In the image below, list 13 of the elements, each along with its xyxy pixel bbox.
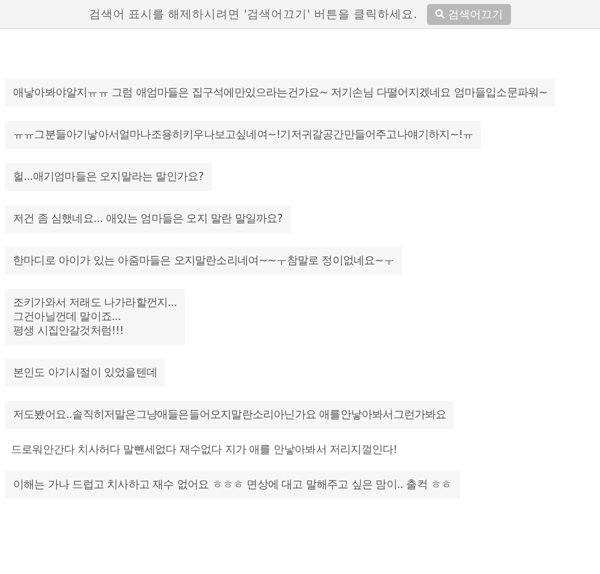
notice-text: 검색어 표시를 해제하시려면 '검색어끄기' 버튼을 클릭하세요. [88, 6, 418, 22]
comment-text: ㅠㅠ그분들아기낳아서얼마나조용히키우나보고싶네여~!기저귀갈공간만들어주고나얘기하지~!ㅠ [5, 121, 482, 149]
comment-text: 본인도 아기시절이 있었을텐데 [5, 359, 165, 387]
search-term-off-button[interactable]: 검색어끄기 [427, 4, 512, 24]
comment-text: 애낳아봐야알지ㅠㅠ 그럼 애엄마들은 집구석에만있으라는건가요~ 저기손님 다떨어지겠네요 엄마들입소문파워~ [5, 79, 556, 107]
comment-text: 이해는 가나 드럽고 치사하고 재수 없어요 ㅎㅎㅎ 면상에 대고 말해주고 싶은 맘이.. 출컥 ㅎㅎ [5, 471, 460, 499]
comment-text: 저건 좀 심했네요... 애있는 엄마들은 오지 말란 말일까요? [5, 205, 291, 233]
comment-text: 헐...애기엄마들은 오지말라는 말인가요? [5, 163, 212, 191]
comment-text: 한마디로 아이가 있는 아줌마들은 오지말란소리네여~~ㅜ참말로 정이없네요~ㅜ [5, 247, 402, 275]
comment-text: 저도봤어요..솔직히저말은그냥애들은들어오지말란소리아닌가요 애를안낳아봐서그런가봐요 [5, 401, 454, 429]
comment-text: 조키가와서 저래도 나가라할껀지... 그건아닐껀데 말이죠... 평생 시집안갈것처럼!!! [5, 289, 185, 345]
comment-text: 드로워안간다 치사허다 말뺀세없다 재수없다 지가 애를 안낳아봐서 저리지껄인다! [10, 443, 398, 457]
search-icon [435, 9, 446, 19]
